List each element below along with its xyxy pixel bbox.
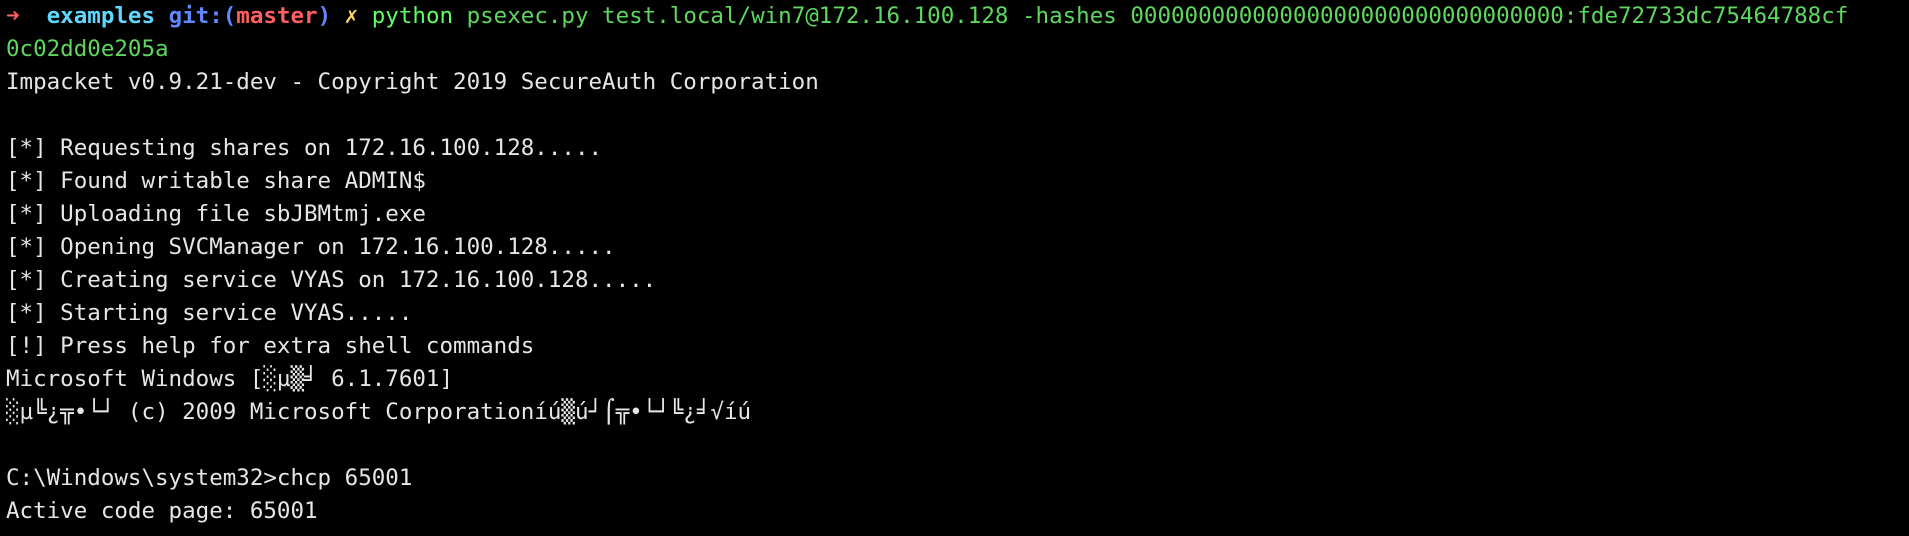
output-line: [*] Opening SVCManager on 172.16.100.128…: [6, 234, 616, 260]
current-directory: examples: [46, 3, 156, 29]
output-line: [*] Requesting shares on 172.16.100.128.…: [6, 135, 603, 161]
output-line: ░µ╚¿╦•└┘ (c) 2009 Microsoft Corporationí…: [6, 399, 752, 425]
output-line: Microsoft Windows [░µ▒╛ 6.1.7601]: [6, 366, 454, 392]
prompt-arrow-icon: ➜: [6, 3, 20, 29]
output-line: [!] Press help for extra shell commands: [6, 333, 535, 359]
command-name: python: [371, 3, 454, 29]
output-line: [*] Creating service VYAS on 172.16.100.…: [6, 267, 657, 293]
prompt-line: ➜ examples git:(master) ✗ python psexec.…: [6, 0, 1909, 33]
output-line: Active code page: 65001: [6, 498, 318, 524]
command-arguments-wrapped: 0c02dd0e205a: [6, 36, 169, 62]
output-line: Impacket v0.9.21-dev - Copyright 2019 Se…: [6, 69, 819, 95]
git-branch: master: [236, 3, 318, 29]
output-line: [*] Found writable share ADMIN$: [6, 168, 426, 194]
git-prefix: git:(: [168, 3, 237, 29]
command-arguments: psexec.py test.local/win7@172.16.100.128…: [466, 3, 1849, 29]
dirty-marker-icon: ✗: [344, 3, 359, 29]
output-line: [*] Uploading file sbJBMtmj.exe: [6, 201, 426, 227]
terminal-window[interactable]: ➜ examples git:(master) ✗ python psexec.…: [0, 0, 1909, 536]
output-line: [*] Starting service VYAS.....: [6, 300, 413, 326]
git-suffix: ): [317, 3, 332, 29]
shell-command-line: C:\Windows\system32>chcp 65001: [6, 465, 413, 491]
